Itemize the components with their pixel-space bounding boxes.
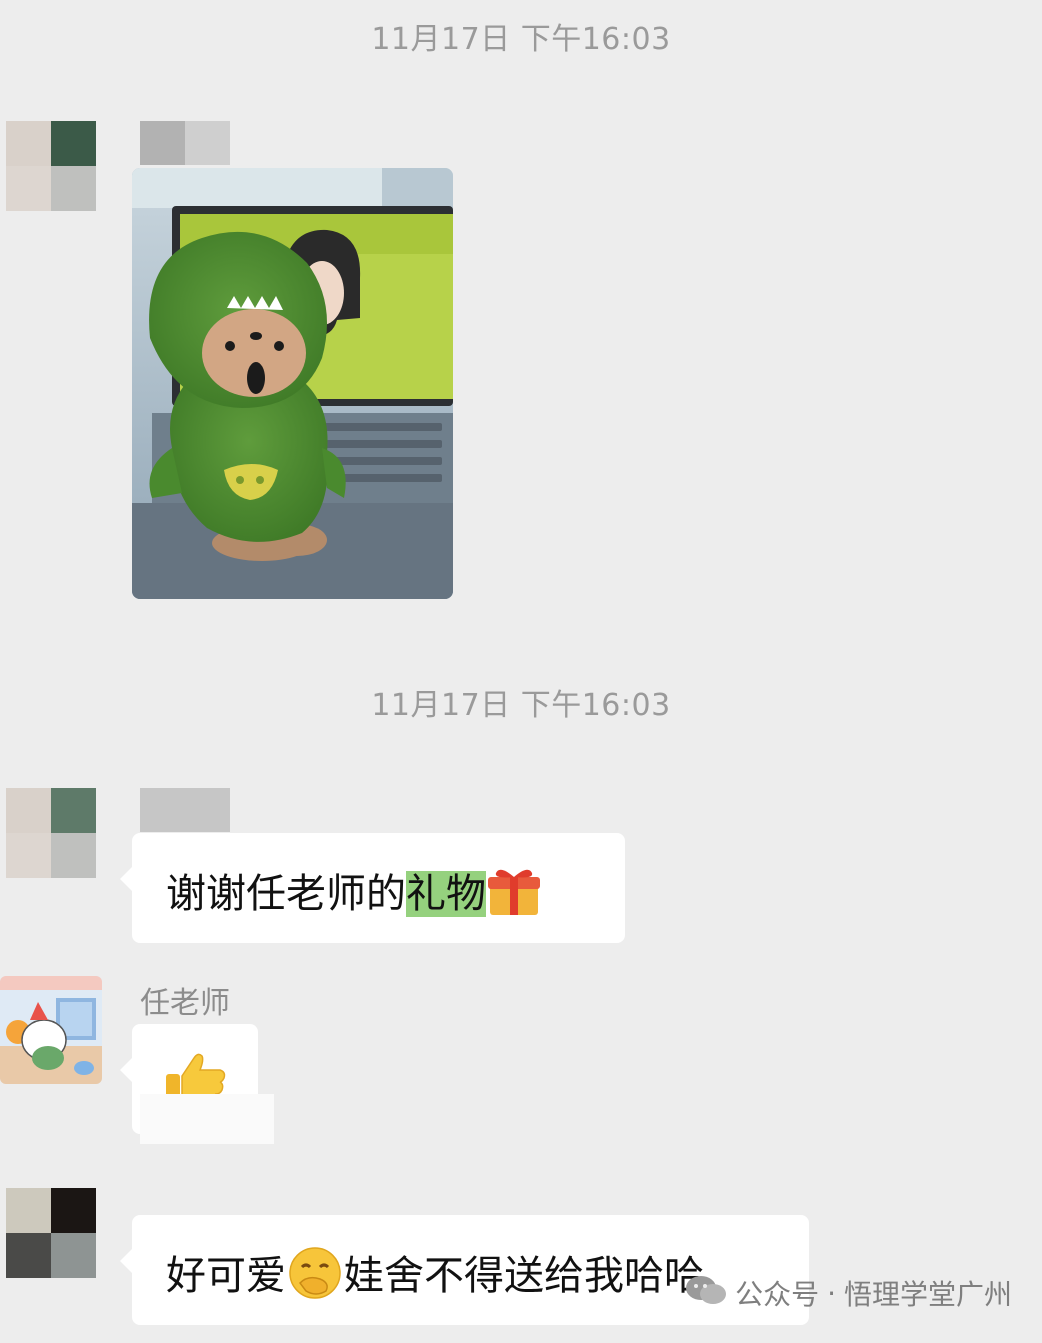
highlighted-text: 礼物 <box>406 871 486 917</box>
avatar[interactable] <box>6 1188 96 1278</box>
wechat-icon <box>685 1274 727 1313</box>
sticker-backing <box>140 1094 274 1144</box>
gift-emoji <box>486 865 542 927</box>
plush-photo-image <box>132 168 453 599</box>
image-message[interactable] <box>132 168 453 599</box>
watermark: 公众号 · 悟理学堂广州 <box>685 1273 1012 1313</box>
sender-name: 任老师 <box>140 986 230 1021</box>
bubble-tail <box>120 1058 132 1082</box>
message-bubble[interactable]: 谢谢任老师的礼物 <box>120 833 625 943</box>
watermark-name: 悟理学堂广州 <box>843 1278 1012 1311</box>
sender-name-blurred <box>140 121 230 165</box>
thinking-hand-emoji <box>286 1245 344 1311</box>
message-text: 好可爱 <box>166 1253 286 1299</box>
bubble-tail <box>120 1249 132 1273</box>
timestamp: 11月17日 下午16:03 <box>371 22 671 57</box>
message-text: 谢谢任老师的 <box>166 871 406 917</box>
avatar[interactable] <box>6 788 96 878</box>
watermark-separator: · <box>827 1276 836 1310</box>
timestamp: 11月17日 下午16:03 <box>371 688 671 723</box>
watermark-prefix: 公众号 <box>735 1278 820 1311</box>
sender-name-blurred <box>140 788 230 832</box>
bubble-tail <box>120 867 132 891</box>
message-text: 娃舍不得送给我哈哈 <box>344 1253 704 1299</box>
teacher-avatar-image <box>0 976 102 1084</box>
teacher-avatar[interactable] <box>0 976 102 1084</box>
avatar[interactable] <box>6 121 96 211</box>
